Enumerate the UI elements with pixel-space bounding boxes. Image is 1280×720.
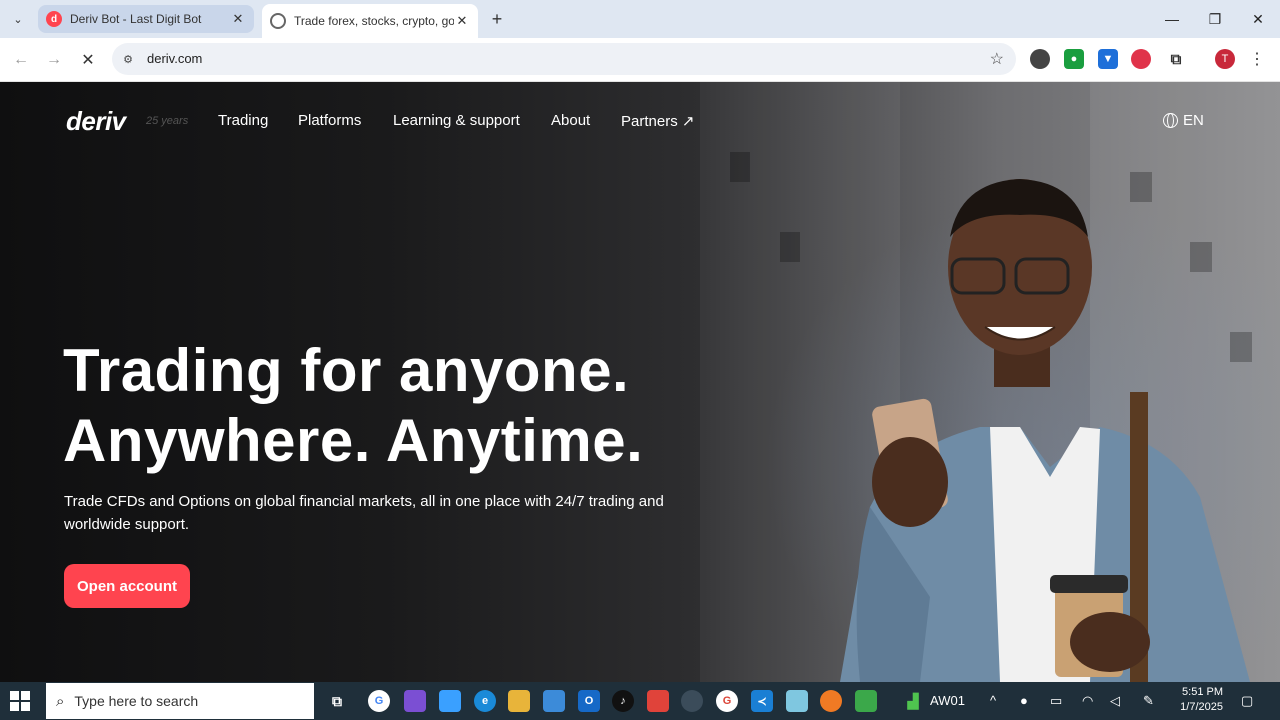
file-explorer-icon[interactable] (508, 690, 530, 712)
hero-headline-line2: Anywhere. Anytime. (63, 407, 644, 474)
tray-label: AW01 (930, 693, 965, 708)
show-hidden-icons-icon[interactable]: ^ (990, 693, 996, 708)
hero-headline-line1: Trading for anyone. (63, 337, 630, 404)
windows-start-icon[interactable] (10, 691, 30, 711)
close-tab-icon[interactable]: ✕ (454, 13, 470, 29)
years-badge: 25 years (146, 115, 189, 127)
tab-deriv-home[interactable]: Trade forex, stocks, crypto, gold ✕ (262, 4, 478, 38)
browser-toolbar: ← → ✕ ⚙ deriv.com ☆ ● ▼ ⧉ T ⋮ (0, 38, 1280, 82)
google-icon[interactable]: G (368, 690, 390, 712)
close-window-button[interactable]: ✕ (1244, 8, 1272, 30)
forward-button[interactable]: → (43, 49, 65, 71)
language-label: EN (1183, 112, 1204, 129)
new-tab-button[interactable]: + (486, 8, 508, 30)
language-selector[interactable]: EN (1163, 112, 1204, 129)
nav-platforms[interactable]: Platforms (298, 112, 361, 129)
back-button[interactable]: ← (10, 49, 32, 71)
nav-about[interactable]: About (551, 112, 590, 129)
app-green-icon[interactable] (855, 690, 877, 712)
deriv-icon: d (46, 11, 62, 27)
url-text: deriv.com (147, 51, 203, 66)
chrome-profile-icon[interactable] (681, 690, 703, 712)
extension-record-icon[interactable]: ● (1064, 49, 1084, 69)
building-window (780, 232, 800, 262)
copilot-icon[interactable] (439, 690, 461, 712)
vscode-icon[interactable]: ≺ (751, 690, 773, 712)
taskbar-search[interactable]: ⌕ Type here to search (46, 683, 314, 719)
chrome-icon[interactable]: G (716, 690, 738, 712)
clock-date: 1/7/2025 (1180, 701, 1223, 713)
microphone-icon[interactable]: ● (1020, 693, 1028, 708)
taskbar-search-placeholder: Type here to search (74, 693, 199, 709)
tab-deriv-bot[interactable]: d Deriv Bot - Last Digit Bot ✕ (38, 5, 254, 33)
open-account-button[interactable]: Open account (64, 564, 190, 608)
stop-loading-button[interactable]: ✕ (77, 49, 99, 71)
deriv-logo[interactable]: deriv (66, 106, 126, 137)
tab-title: Deriv Bot - Last Digit Bot (70, 12, 202, 26)
close-tab-icon[interactable]: ✕ (230, 11, 246, 27)
deriv-homepage: deriv 25 years Trading Platforms Learnin… (0, 82, 1280, 682)
battery-icon[interactable]: ▭ (1050, 693, 1062, 709)
extensions-puzzle-icon[interactable]: ⧉ (1166, 49, 1186, 69)
hero-subtitle: Trade CFDs and Options on global financi… (64, 493, 664, 533)
tab-search-chevron-icon[interactable]: ⌄ (6, 8, 30, 30)
tiktok-icon[interactable]: ♪ (612, 690, 634, 712)
loading-icon (270, 13, 286, 29)
address-bar[interactable]: ⚙ deriv.com ☆ (112, 43, 1016, 75)
notifications-icon[interactable]: ▢ (1241, 693, 1253, 709)
app-purple-icon[interactable] (404, 690, 426, 712)
app-orange-icon[interactable] (820, 690, 842, 712)
outlook-icon[interactable]: O (578, 690, 600, 712)
bookmark-star-icon[interactable]: ☆ (990, 49, 1004, 69)
brave-icon[interactable] (647, 690, 669, 712)
volume-icon[interactable]: ◁ (1110, 693, 1120, 709)
nav-trading[interactable]: Trading (218, 112, 268, 129)
minimize-button[interactable]: — (1158, 8, 1186, 30)
wifi-icon[interactable]: ◠ (1082, 693, 1093, 709)
stock-chart-icon[interactable]: ▟ (902, 690, 924, 712)
edge-icon[interactable]: e (474, 690, 496, 712)
clock-time: 5:51 PM (1182, 686, 1223, 698)
extension-shield-icon[interactable]: ▼ (1098, 49, 1118, 69)
store-icon[interactable] (543, 690, 565, 712)
extension-robot-icon[interactable] (1030, 49, 1050, 69)
site-info-icon[interactable]: ⚙ (120, 51, 136, 67)
pen-icon[interactable]: ✎ (1143, 693, 1154, 709)
extension-red-icon[interactable] (1131, 49, 1151, 69)
task-view-icon[interactable]: ⧉ (326, 690, 348, 712)
clock[interactable]: 5:51 PM 1/7/2025 (1173, 685, 1223, 715)
restore-button[interactable]: ❐ (1201, 8, 1229, 30)
nav-partners[interactable]: Partners ↗ (621, 112, 694, 130)
globe-icon (1163, 113, 1178, 128)
tab-bar: ⌄ d Deriv Bot - Last Digit Bot ✕ Trade f… (0, 0, 1280, 38)
profile-avatar[interactable]: T (1215, 49, 1235, 69)
browser-menu-icon[interactable]: ⋮ (1249, 49, 1265, 69)
windows-taskbar: ⌕ Type here to search ⧉ G e O ♪ G ≺ ▟ AW… (0, 682, 1280, 720)
app-notepad-icon[interactable] (786, 690, 808, 712)
nav-learning-support[interactable]: Learning & support (393, 112, 520, 129)
hero-headline: Trading for anyone. Anywhere. Anytime. (63, 336, 783, 476)
hero-person-image (840, 179, 1250, 682)
tab-title: Trade forex, stocks, crypto, gold (294, 14, 454, 28)
search-icon: ⌕ (56, 692, 65, 710)
site-navbar: deriv 25 years Trading Platforms Learnin… (0, 82, 1280, 158)
